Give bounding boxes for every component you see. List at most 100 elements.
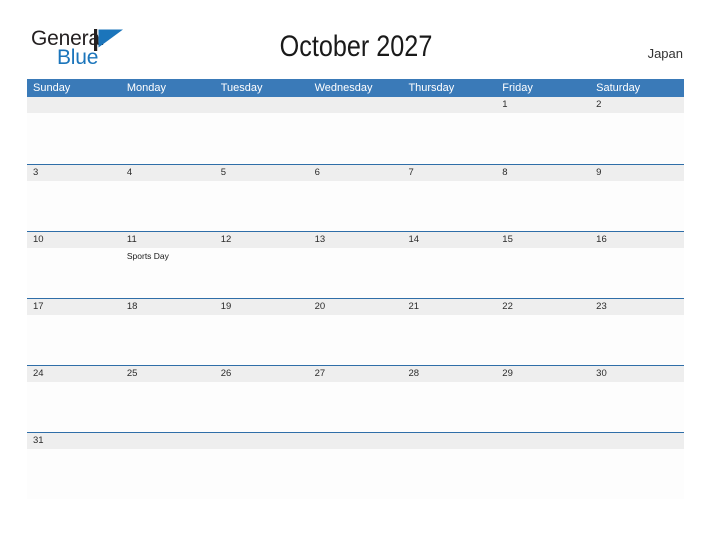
day-number: 1 (502, 99, 508, 110)
calendar-day-cell[interactable]: 29 (496, 366, 590, 433)
calendar-day-cell[interactable]: 11 Sports Day (121, 232, 215, 299)
page-header: General Blue October 2027 Japan (0, 0, 712, 78)
calendar-day-cell[interactable]: 4 (121, 165, 215, 232)
calendar-day-cell[interactable]: 2 (590, 97, 684, 164)
day-number: 2 (596, 99, 602, 110)
calendar-day-cell[interactable]: 20 (309, 299, 403, 366)
calendar-day-cell[interactable]: 1 (496, 97, 590, 164)
day-number: 19 (220, 301, 232, 312)
calendar-day-cell[interactable]: 28 (402, 366, 496, 433)
day-number: 8 (502, 167, 508, 178)
region-label: Japan (647, 46, 683, 61)
calendar-day-cell[interactable]: 14 (402, 232, 496, 299)
calendar-day-cell[interactable]: 9 (590, 165, 684, 232)
calendar-day-cell[interactable]: 6 (309, 165, 403, 232)
calendar-day-cell[interactable]: 3 (27, 165, 121, 232)
day-number: 7 (408, 167, 414, 178)
day-number: 16 (596, 234, 607, 245)
calendar-day-cell[interactable]: 10 (27, 232, 121, 299)
calendar-day-cell[interactable]: 17 (27, 299, 121, 366)
calendar-day-cell-empty (402, 97, 496, 164)
calendar-day-cell[interactable]: 25 (121, 366, 215, 433)
page-title: October 2027 (279, 30, 433, 63)
day-number: 24 (33, 368, 44, 379)
dow-monday: Monday (126, 82, 166, 94)
day-number: 5 (220, 167, 227, 178)
calendar-day-cell-empty (309, 433, 403, 500)
day-number (315, 97, 403, 113)
day-number: 15 (502, 234, 513, 245)
day-number: 17 (33, 301, 44, 312)
calendar-day-cell[interactable]: 31 (27, 433, 121, 500)
day-number (127, 97, 215, 113)
day-number (408, 433, 496, 449)
dow-wednesday: Wednesday (314, 82, 373, 94)
calendar-day-cell-empty (590, 433, 684, 500)
calendar-day-cell[interactable]: 18 (121, 299, 215, 366)
day-number (315, 433, 403, 449)
calendar-day-cell-empty (496, 433, 590, 500)
calendar-day-cell[interactable]: 30 (590, 366, 684, 433)
calendar-day-cell[interactable]: 27 (309, 366, 403, 433)
day-number (502, 433, 590, 449)
dow-tuesday: Tuesday (220, 82, 263, 94)
day-number (596, 433, 684, 449)
week-day-cells: 17 18 19 20 21 22 23 (27, 299, 684, 366)
day-number: 22 (502, 301, 513, 312)
dow-sunday: Sunday (33, 82, 71, 94)
day-number: 23 (596, 301, 607, 312)
week-day-cells: 10 11 Sports Day 12 13 14 15 16 (27, 232, 684, 299)
calendar-day-cell[interactable]: 26 (215, 366, 309, 433)
calendar-week-row: 17 18 19 20 21 22 23 (27, 298, 684, 365)
day-of-week-header-row: Sunday Monday Tuesday Wednesday Thursday… (27, 79, 684, 97)
calendar-week-row: 3 4 5 6 7 8 9 (27, 164, 684, 231)
calendar-day-cell[interactable]: 22 (496, 299, 590, 366)
calendar-day-cell[interactable]: 16 (590, 232, 684, 299)
day-number (408, 97, 496, 113)
calendar-day-cell[interactable]: 5 (215, 165, 309, 232)
day-number: 18 (126, 301, 138, 312)
day-number: 21 (408, 301, 420, 312)
calendar-week-row: 24 25 26 27 28 29 30 (27, 365, 684, 432)
calendar-day-cell[interactable]: 21 (402, 299, 496, 366)
calendar-day-cell[interactable]: 13 (309, 232, 403, 299)
calendar-week-row: 10 11 Sports Day 12 13 14 15 16 (27, 231, 684, 298)
calendar-page: General Blue October 2027 Japan Sunday M… (0, 0, 712, 550)
dow-friday: Friday (502, 82, 533, 94)
day-number: 26 (220, 368, 232, 379)
calendar-day-cell[interactable]: 15 (496, 232, 590, 299)
day-number: 13 (314, 234, 326, 245)
calendar-day-cell-empty (215, 97, 309, 164)
day-number: 12 (220, 234, 232, 245)
calendar-day-cell[interactable]: 7 (402, 165, 496, 232)
calendar-weeks: 1 2 3 4 5 6 7 8 9 10 11 Sports Day 12 13 14 15 16 17 18 19 2… (27, 97, 684, 499)
calendar-day-cell-empty (309, 97, 403, 164)
calendar-day-cell-empty (121, 97, 215, 164)
day-number: 30 (596, 368, 607, 379)
calendar-week-row: 31 (27, 432, 684, 499)
calendar-day-cell[interactable]: 24 (27, 366, 121, 433)
day-number: 29 (502, 368, 513, 379)
calendar-day-cell[interactable]: 8 (496, 165, 590, 232)
day-number (127, 433, 215, 449)
calendar-day-cell[interactable]: 23 (590, 299, 684, 366)
week-day-cells: 24 25 26 27 28 29 30 (27, 366, 684, 433)
calendar-day-cell-empty (402, 433, 496, 500)
day-number: 27 (314, 368, 326, 379)
dow-saturday: Saturday (596, 82, 641, 94)
day-number: 10 (33, 234, 44, 245)
day-number: 31 (33, 435, 44, 446)
calendar-day-cell[interactable]: 12 (215, 232, 309, 299)
day-number (221, 97, 309, 113)
calendar-day-cell-empty (121, 433, 215, 500)
week-day-cells: 31 (27, 433, 684, 500)
day-number: 6 (314, 167, 320, 178)
day-number: 14 (408, 234, 420, 245)
day-number (33, 97, 121, 113)
calendar-day-cell[interactable]: 19 (215, 299, 309, 366)
day-number: 4 (126, 167, 133, 178)
calendar-day-cell-empty (27, 97, 121, 164)
dow-thursday: Thursday (408, 82, 455, 94)
week-day-cells: 3 4 5 6 7 8 9 (27, 165, 684, 232)
day-number (221, 433, 309, 449)
